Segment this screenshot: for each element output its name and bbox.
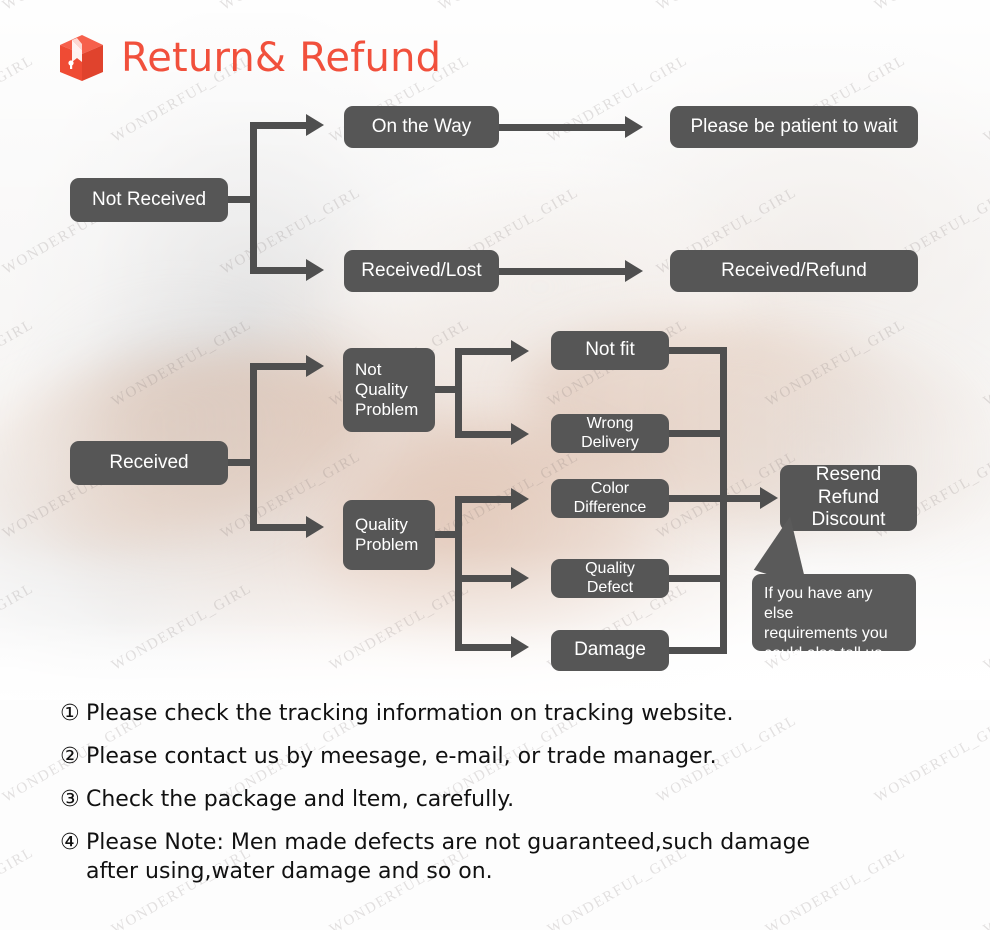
- connector-bus-qualitydefect: [669, 575, 727, 582]
- node-on-the-way[interactable]: On the Way: [344, 106, 499, 148]
- note-number: ②: [60, 744, 80, 770]
- node-not-fit[interactable]: Not fit: [551, 331, 669, 370]
- page-title: Return& Refund: [121, 35, 442, 81]
- node-received[interactable]: Received: [70, 441, 228, 485]
- node-not-quality-problem[interactable]: Not Quality Problem: [343, 348, 435, 432]
- node-quality-problem[interactable]: Quality Problem: [343, 500, 435, 570]
- arrowhead-on-the-way: [306, 114, 324, 136]
- connector-not-quality: [250, 363, 308, 370]
- note-number: ①: [60, 701, 80, 726]
- node-damage[interactable]: Damage: [551, 630, 669, 671]
- node-color-difference[interactable]: Color Difference: [551, 479, 669, 518]
- connector-q-trunk: [455, 496, 462, 651]
- connector-on-the-way: [250, 122, 308, 129]
- connector-nq-trunk: [455, 348, 462, 438]
- arrowhead-outcome: [760, 487, 778, 509]
- arrowhead-patient-wait: [625, 116, 643, 138]
- node-not-received[interactable]: Not Received: [70, 178, 228, 222]
- note-number: ④: [60, 830, 80, 856]
- notes-list: ① Please check the tracking information …: [60, 700, 940, 901]
- node-quality-defect[interactable]: Quality Defect: [551, 559, 669, 598]
- arrowhead-received-refund: [625, 260, 643, 282]
- arrowhead-wrong-delivery: [511, 423, 529, 445]
- list-item: ② Please contact us by meesage, e-mail, …: [60, 743, 940, 771]
- connector-bus-wrongdelivery: [669, 430, 727, 437]
- connector-not-received-trunk: [250, 122, 257, 274]
- node-received-refund[interactable]: Received/Refund: [670, 250, 918, 292]
- connector-q-colordiff: [455, 496, 513, 503]
- connector-on-the-way-result: [499, 124, 627, 131]
- watermark-text: WONDERFUL_GIRL: [981, 844, 990, 930]
- arrowhead-not-fit: [511, 340, 529, 362]
- note-text: Please Note: Men made defects are not gu…: [86, 830, 811, 884]
- node-wrong-delivery[interactable]: Wrong Delivery: [551, 414, 669, 453]
- list-item: ① Please check the tracking information …: [60, 700, 940, 728]
- connector-received-trunk: [250, 363, 257, 531]
- arrowhead-quality: [306, 516, 324, 538]
- connector-bus-damage: [669, 647, 727, 654]
- connector-bus-colordiff: [669, 495, 727, 502]
- arrowhead-damage: [511, 636, 529, 658]
- connector-quality: [250, 524, 308, 531]
- connector-received-lost: [250, 267, 308, 274]
- return-refund-infographic: WONDERFUL_GIRL WONDERFUL_GIRL WONDERFUL_GI…: [0, 0, 990, 930]
- connector-bus-notfit: [669, 347, 727, 354]
- arrowhead-received-lost: [306, 259, 324, 281]
- arrowhead-not-quality: [306, 355, 324, 377]
- note-text: Please contact us by meesage, e-mail, or…: [86, 744, 717, 770]
- node-received-lost[interactable]: Received/Lost: [344, 250, 499, 292]
- node-please-be-patient[interactable]: Please be patient to wait: [670, 106, 918, 148]
- watermark-text: WONDERFUL_GIRL: [0, 844, 37, 930]
- note-number: ③: [60, 787, 80, 813]
- list-item: ④ Please Note: Men made defects are not …: [60, 829, 940, 885]
- connector-received-lost-result: [499, 268, 627, 275]
- package-box-icon: [58, 33, 105, 83]
- connector-q-damage: [455, 644, 513, 651]
- arrowhead-quality-defect: [511, 567, 529, 589]
- connector-q-qualitydefect: [455, 575, 513, 582]
- connector-nq-wrongdelivery: [455, 431, 513, 438]
- connector-nq-notfit: [455, 348, 513, 355]
- callout-extra-requirements: If you have any else requirements you co…: [752, 574, 916, 662]
- list-item: ③ Check the package and ltem, carefully.: [60, 786, 940, 814]
- page-header: Return& Refund: [58, 30, 441, 86]
- note-text: Please check the tracking information on…: [86, 701, 734, 726]
- note-text: Check the package and ltem, carefully.: [86, 787, 515, 813]
- arrowhead-color-difference: [511, 488, 529, 510]
